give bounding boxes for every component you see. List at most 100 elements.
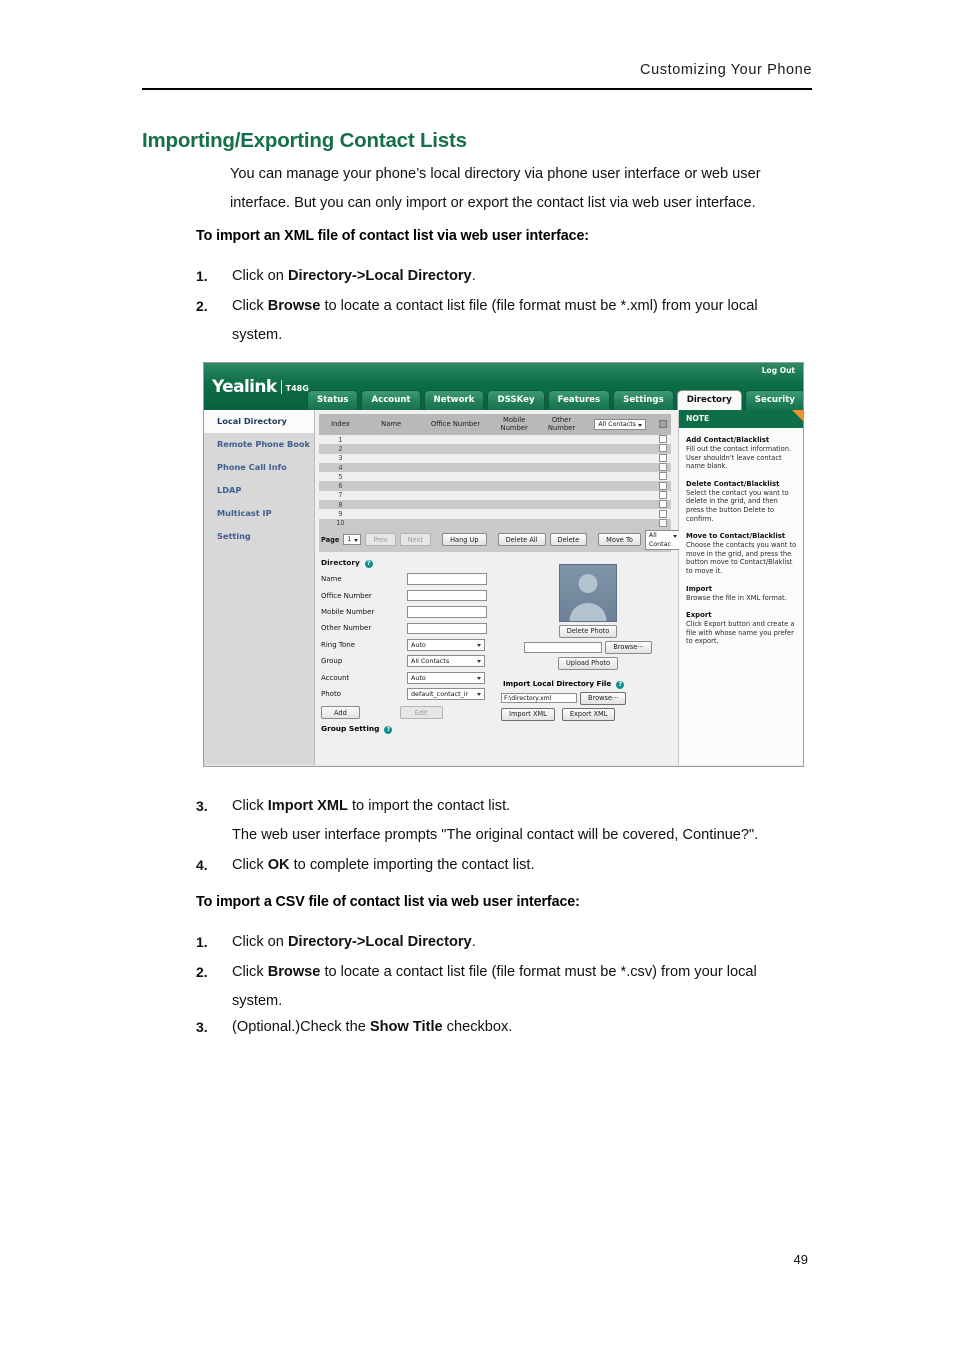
sidebar-item-phone-call-info[interactable]: Phone Call Info: [204, 456, 314, 479]
import-path-input[interactable]: F:\directory.xml: [501, 693, 577, 704]
filter-value[interactable]: All Contacts: [594, 419, 646, 430]
row-checkbox[interactable]: [655, 453, 671, 463]
checkbox-icon[interactable]: [659, 481, 668, 490]
group-select[interactable]: All Contacts: [407, 655, 485, 668]
office-number-input[interactable]: [407, 589, 487, 602]
csv-step-1: 1. Click on Directory->Local Directory.: [196, 928, 816, 957]
checkbox-icon[interactable]: [659, 419, 668, 428]
table-row[interactable]: 4: [319, 462, 671, 473]
upload-photo-row: Upload Photo: [499, 656, 677, 670]
checkbox-icon[interactable]: [659, 453, 668, 462]
import-browse-button[interactable]: Browse···: [580, 691, 627, 705]
row-checkbox[interactable]: [655, 462, 671, 473]
field-label: Ring Tone: [321, 640, 356, 649]
row-checkbox[interactable]: [655, 509, 671, 519]
tab-security[interactable]: Security: [744, 390, 803, 410]
table-row[interactable]: 5: [319, 472, 671, 482]
table-row[interactable]: 9: [319, 509, 671, 519]
step-text: Click on Directory->Local Directory.: [232, 268, 476, 284]
checkbox-icon[interactable]: [659, 500, 668, 509]
move-target-select[interactable]: All Contac: [644, 529, 681, 550]
edit-button[interactable]: Edit: [399, 706, 443, 720]
delete-all-button[interactable]: Delete All: [497, 533, 546, 547]
grid-toolbar: Page 1 Prev Next Hang Up Delete All Dele…: [319, 527, 681, 552]
checkbox-icon[interactable]: [659, 444, 668, 453]
table-row[interactable]: 1: [319, 435, 671, 445]
step-number: 1.: [196, 934, 208, 950]
ring-tone-select[interactable]: Auto: [407, 638, 485, 651]
note-heading: Import: [686, 584, 713, 593]
table-row[interactable]: 10: [319, 518, 671, 528]
row-checkbox[interactable]: [655, 444, 671, 454]
tab-features[interactable]: Features: [547, 390, 611, 410]
row-index: 6: [319, 481, 362, 491]
import-section-title: Import Local Directory File?: [503, 679, 677, 689]
photo-select[interactable]: default_contact_ir: [407, 687, 485, 700]
sidebar-item-setting[interactable]: Setting: [204, 525, 314, 548]
other-number-input[interactable]: [407, 622, 487, 635]
running-header: Customizing Your Phone: [640, 62, 812, 78]
col-name: Name: [361, 414, 421, 435]
upload-photo-button[interactable]: Upload Photo: [557, 656, 618, 670]
row-checkbox[interactable]: [655, 500, 671, 510]
delete-photo-button[interactable]: Delete Photo: [558, 624, 618, 638]
field-label: Photo: [321, 689, 341, 698]
yealink-web-ui-screenshot: Log Out Yealink T48G Status Account Netwo…: [203, 362, 804, 767]
prompt-text: The web user interface prompts "The orig…: [232, 827, 759, 843]
delete-button[interactable]: Delete: [549, 533, 588, 547]
prev-button[interactable]: Prev: [365, 533, 396, 547]
checkbox-icon[interactable]: [659, 518, 668, 527]
select-all-checkbox[interactable]: [655, 414, 671, 435]
page-select[interactable]: 1: [343, 534, 362, 546]
tab-directory[interactable]: Directory: [676, 390, 742, 410]
row-checkbox[interactable]: [655, 518, 671, 528]
table-row[interactable]: 7: [319, 490, 671, 501]
name-input[interactable]: [407, 573, 487, 585]
move-to-button[interactable]: Move To: [598, 533, 641, 547]
tab-network[interactable]: Network: [423, 390, 485, 410]
mobile-number-input[interactable]: [407, 606, 487, 618]
checkbox-icon[interactable]: [659, 509, 668, 518]
tab-settings[interactable]: Settings: [613, 390, 674, 410]
checkbox-icon[interactable]: [659, 472, 668, 481]
add-button[interactable]: Add: [321, 706, 360, 720]
sidebar-item-multicast-ip[interactable]: Multicast IP: [204, 502, 314, 525]
row-checkbox[interactable]: [655, 490, 671, 501]
tab-status[interactable]: Status: [307, 390, 359, 410]
help-icon[interactable]: ?: [616, 680, 625, 689]
account-select[interactable]: Auto: [407, 671, 485, 684]
sidebar-item-ldap[interactable]: LDAP: [204, 479, 314, 502]
table-row[interactable]: 8: [319, 500, 671, 510]
checkbox-icon[interactable]: [659, 490, 668, 499]
web-ui-body: Local Directory Remote Phone Book Phone …: [204, 410, 803, 765]
checkbox-icon[interactable]: [659, 463, 668, 472]
step-text: Click Browse to locate a contact list fi…: [232, 964, 757, 1009]
yealink-logo: Yealink T48G: [212, 377, 309, 397]
page-title: Importing/Exporting Contact Lists: [142, 128, 467, 152]
photo-path-input[interactable]: [524, 641, 603, 654]
photo-browse-button[interactable]: Browse···: [605, 640, 652, 654]
logout-link[interactable]: Log Out: [762, 366, 795, 375]
photo-and-import-column: Delete Photo Browse··· Upload Photo Impo…: [499, 558, 677, 721]
help-icon[interactable]: ?: [384, 726, 393, 735]
next-button[interactable]: Next: [399, 533, 432, 547]
row-checkbox[interactable]: [655, 481, 671, 491]
import-xml-button[interactable]: Import XML: [501, 707, 555, 721]
table-row[interactable]: 6: [319, 481, 671, 491]
tab-dsskey[interactable]: DSSKey: [487, 390, 545, 410]
hang-up-button[interactable]: Hang Up: [442, 533, 487, 547]
export-xml-button[interactable]: Export XML: [561, 707, 616, 721]
table-row[interactable]: 3: [319, 453, 671, 463]
row-index: 4: [319, 462, 362, 473]
sidebar-item-local-directory[interactable]: Local Directory: [204, 410, 314, 433]
step-text: Click Import XML to import the contact l…: [232, 798, 511, 814]
table-row[interactable]: 2: [319, 444, 671, 454]
sidebar-item-remote-phone-book[interactable]: Remote Phone Book: [204, 433, 314, 456]
row-checkbox[interactable]: [655, 472, 671, 482]
help-icon[interactable]: ?: [364, 559, 373, 568]
tab-account[interactable]: Account: [361, 390, 421, 410]
contacts-filter-dropdown[interactable]: All Contacts: [585, 414, 656, 435]
checkbox-icon[interactable]: [659, 435, 668, 444]
step-number: 2.: [196, 298, 208, 314]
row-checkbox[interactable]: [655, 435, 671, 445]
